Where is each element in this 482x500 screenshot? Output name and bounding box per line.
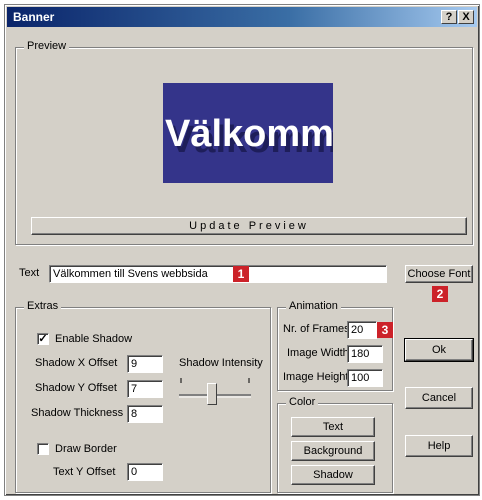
shadow-thickness-input[interactable]: 8: [127, 405, 163, 423]
shadow-thickness-label: Shadow Thickness: [31, 407, 124, 419]
text-y-offset-input[interactable]: 0: [127, 463, 163, 481]
image-width-input[interactable]: 180: [347, 345, 383, 363]
frames-input[interactable]: 20: [347, 321, 377, 339]
shadow-x-offset-input[interactable]: 9: [127, 355, 163, 373]
text-color-button[interactable]: Text: [291, 417, 375, 437]
callout-badge-2: 2: [432, 286, 448, 302]
shadow-y-offset-label: Shadow Y Offset: [35, 382, 117, 394]
draw-border-checkbox[interactable]: [37, 443, 49, 455]
frames-label: Nr. of Frames: [283, 323, 350, 335]
preview-group-label: Preview: [24, 40, 70, 52]
help-question-button[interactable]: ?: [441, 10, 457, 24]
choose-font-button[interactable]: Choose Font: [405, 265, 473, 283]
slider-thumb[interactable]: [207, 383, 217, 405]
image-height-input[interactable]: 100: [347, 369, 383, 387]
image-width-label: Image Width: [287, 347, 349, 359]
color-group-label: Color: [286, 396, 319, 408]
enable-shadow-label: Enable Shadow: [55, 333, 133, 345]
banner-dialog: Banner ? X Preview Välkommen till Svens …: [4, 4, 480, 496]
shadow-y-offset-input[interactable]: 7: [127, 380, 163, 398]
cancel-button[interactable]: Cancel: [405, 387, 473, 409]
banner-preview-image: Välkommen till Svens webbsida: [163, 83, 333, 183]
close-button[interactable]: X: [458, 10, 474, 24]
text-label: Text: [19, 267, 40, 279]
update-preview-button[interactable]: Update Preview: [31, 217, 467, 235]
animation-group-label: Animation: [286, 300, 341, 312]
extras-group-label: Extras: [24, 300, 62, 312]
ok-button[interactable]: Ok: [404, 338, 474, 362]
draw-border-label: Draw Border: [55, 443, 117, 455]
shadow-x-offset-label: Shadow X Offset: [35, 357, 118, 369]
banner-preview-text: Välkommen till Svens webbsida: [165, 113, 333, 155]
callout-badge-3: 3: [377, 322, 393, 338]
background-color-button[interactable]: Background: [291, 441, 375, 461]
enable-shadow-checkbox[interactable]: ✓: [37, 333, 49, 345]
callout-badge-1: 1: [233, 266, 249, 282]
title-bar: Banner ? X: [7, 7, 477, 27]
help-button[interactable]: Help: [405, 435, 473, 457]
text-y-offset-label: Text Y Offset: [53, 466, 116, 478]
shadow-intensity-label: Shadow Intensity: [179, 357, 263, 369]
banner-text-input[interactable]: Välkommen till Svens webbsida: [49, 265, 387, 283]
image-height-label: Image Height: [283, 371, 349, 383]
shadow-intensity-slider[interactable]: [175, 375, 255, 409]
shadow-color-button[interactable]: Shadow: [291, 465, 375, 485]
window-title: Banner: [13, 10, 55, 24]
